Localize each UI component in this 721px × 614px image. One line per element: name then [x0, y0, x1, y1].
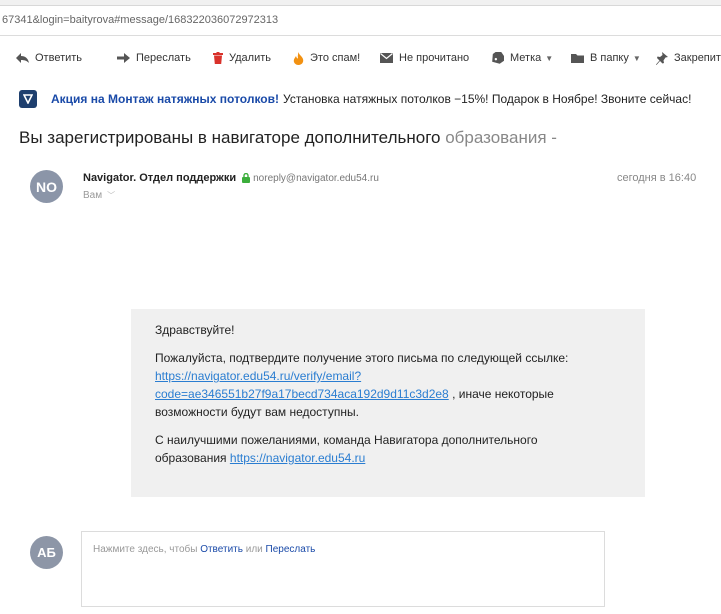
- quick-reply-box[interactable]: Нажмите здесь, чтобы Ответить или Пересл…: [81, 531, 605, 607]
- regards-text: С наилучшими пожеланиями, команда Навига…: [155, 433, 538, 447]
- user-avatar: АБ: [30, 536, 63, 569]
- spam-button[interactable]: Это спам!: [293, 47, 360, 69]
- label-dropdown[interactable]: Метка ▼: [491, 47, 553, 69]
- label-label: Метка: [510, 52, 542, 64]
- pin-button[interactable]: Закрепить: [656, 47, 721, 69]
- after-link-text: , иначе некоторые: [448, 387, 554, 401]
- regards-paragraph: С наилучшими пожеланиями, команда Навига…: [155, 431, 621, 467]
- ad-text: Установка натяжных потолков −15%! Подаро…: [283, 92, 692, 106]
- fire-icon: [293, 51, 304, 65]
- message-subject: Вы зарегистрированы в навигаторе дополни…: [19, 128, 557, 148]
- folder-label: В папку: [590, 52, 629, 64]
- greeting: Здравствуйте!: [155, 323, 235, 337]
- sender-info: Navigator. Отдел поддержки noreply@navig…: [83, 172, 379, 184]
- forward-arrow-icon: [117, 53, 130, 63]
- spam-label: Это спам!: [310, 52, 361, 64]
- reply-prompt: Нажмите здесь, чтобы: [93, 544, 201, 555]
- sender-name[interactable]: Navigator. Отдел поддержки: [83, 172, 236, 184]
- ad-logo: [19, 90, 37, 108]
- delete-label: Удалить: [229, 52, 271, 64]
- ad-link[interactable]: Акция на Монтаж натяжных потолков!: [51, 92, 279, 106]
- reply-or-text: или: [242, 544, 266, 555]
- lock-icon: [242, 173, 251, 183]
- url-text[interactable]: 67341&login=baityrova#message/1683220360…: [2, 14, 278, 26]
- sender-email[interactable]: noreply@navigator.edu54.ru: [253, 173, 379, 184]
- regards-text-2: образования: [155, 451, 230, 465]
- tag-icon: [492, 52, 504, 64]
- ad-banner[interactable]: Акция на Монтаж натяжных потолков! Устан…: [19, 88, 721, 110]
- reply-label: Ответить: [35, 52, 83, 64]
- ad-logo-icon: [23, 94, 33, 104]
- unread-label: Не прочитано: [399, 52, 470, 64]
- quick-reply-link[interactable]: Ответить: [200, 544, 243, 555]
- reply-icon: [16, 53, 29, 63]
- message-body: Здравствуйте! Пожалуйста, подтвердите по…: [131, 309, 645, 497]
- pin-label: Закрепить: [674, 52, 721, 64]
- message-toolbar: Ответить Переслать Удалить Это спам! Не …: [0, 47, 721, 69]
- verify-link[interactable]: https://navigator.edu54.ru/verify/email?…: [155, 369, 449, 401]
- recipient-info[interactable]: Вам ﹀: [83, 190, 115, 201]
- subject-text-faded: образования -: [440, 128, 557, 147]
- confirm-text: Пожалуйста, подтвердите получение этого …: [155, 351, 569, 365]
- trash-icon: [213, 52, 223, 64]
- unread-button[interactable]: Не прочитано: [380, 47, 469, 69]
- caret-down-icon: ▼: [545, 53, 554, 63]
- quick-forward-link[interactable]: Переслать: [266, 544, 316, 555]
- move-to-folder-dropdown[interactable]: В папку ▼: [571, 47, 641, 69]
- folder-icon: [571, 54, 584, 63]
- delete-button[interactable]: Удалить: [213, 47, 271, 69]
- subject-text: Вы зарегистрированы в навигаторе дополни…: [19, 128, 441, 147]
- pin-icon: [656, 51, 668, 65]
- chevron-down-icon: ﹀: [107, 191, 116, 200]
- forward-label: Переслать: [136, 52, 191, 64]
- recipient-label: Вам: [83, 190, 103, 201]
- reply-button[interactable]: Ответить: [16, 47, 82, 69]
- caret-down-icon: ▼: [632, 53, 641, 63]
- sender-avatar[interactable]: NO: [30, 170, 63, 203]
- envelope-icon: [380, 53, 393, 63]
- site-link[interactable]: https://navigator.edu54.ru: [230, 451, 365, 465]
- browser-tab-strip: [0, 0, 721, 6]
- confirm-paragraph: Пожалуйста, подтвердите получение этого …: [155, 349, 621, 421]
- forward-button[interactable]: Переслать: [117, 47, 191, 69]
- after-link-text-2: возможности будут вам недоступны.: [155, 405, 359, 419]
- message-date: сегодня в 16:40: [617, 172, 697, 184]
- browser-address-bar[interactable]: 67341&login=baityrova#message/1683220360…: [0, 0, 721, 36]
